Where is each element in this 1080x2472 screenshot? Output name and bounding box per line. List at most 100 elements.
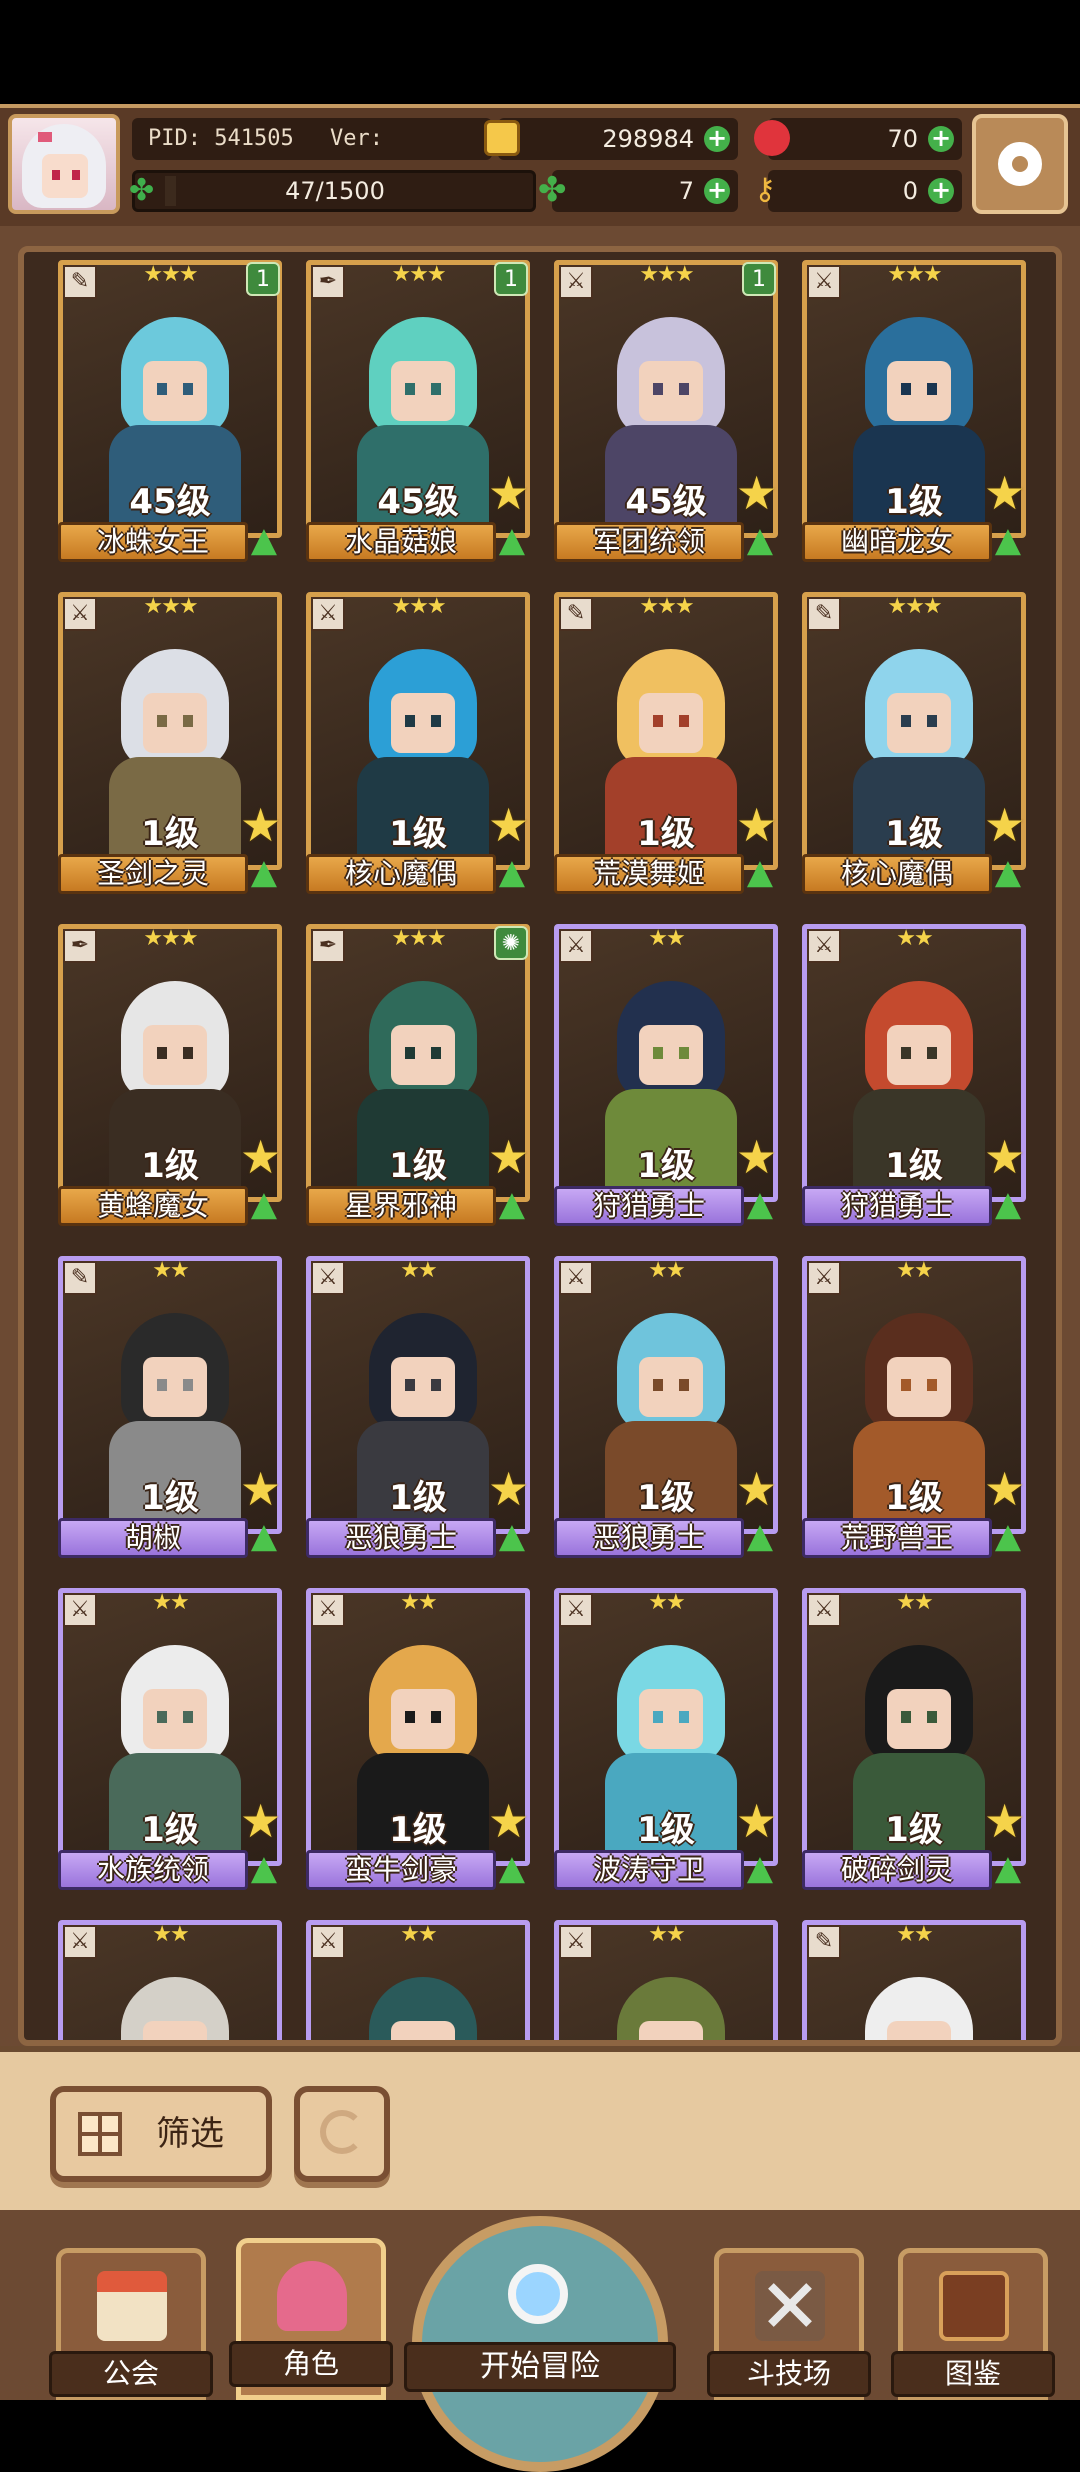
level-up-arrow-icon[interactable]: ▲: [740, 850, 780, 894]
character-card[interactable]: ✎ ★★★ 1 45级 冰蛛女王 ▲: [58, 260, 282, 566]
star-upgrade-icon[interactable]: ★: [488, 1466, 534, 1512]
character-card[interactable]: ⚔ ★★ 1级 恶狼勇士 ★ ▲: [306, 1256, 530, 1562]
settings-button[interactable]: [972, 114, 1068, 214]
level-up-arrow-icon[interactable]: ▲: [244, 1182, 284, 1226]
character-card[interactable]: ✎ ★★★ 1级 荒漠舞姬 ★ ▲: [554, 592, 778, 898]
level-up-arrow-icon[interactable]: ▲: [244, 850, 284, 894]
guild-house-icon: [97, 2271, 167, 2341]
character-card[interactable]: ✒ ★★★ 1级 黄蜂魔女 ★ ▲: [58, 924, 282, 1230]
character-card[interactable]: ⚔ ★★ 1级 狩猎勇士 ★ ▲: [554, 924, 778, 1230]
level-up-arrow-icon[interactable]: ▲: [740, 518, 780, 562]
character-name: 恶狼勇士: [344, 1521, 457, 1554]
rarity-stars: ★★: [648, 1922, 685, 1947]
nav-adventure-label: 开始冒险: [404, 2342, 676, 2392]
character-card[interactable]: ⚔ ★★★ 1 45级 军团统领 ★ ▲: [554, 260, 778, 566]
rarity-stars: ★★: [152, 1922, 189, 1947]
character-name: 军团统领: [592, 525, 705, 558]
level-up-arrow-icon[interactable]: ▲: [492, 1182, 532, 1226]
level-up-arrow-icon[interactable]: ▲: [244, 518, 284, 562]
character-card[interactable]: ⚔ ★★: [58, 1920, 282, 2040]
star-upgrade-icon[interactable]: ★: [984, 470, 1030, 516]
character-card[interactable]: ⚔ ★★ 1级 恶狼勇士 ★ ▲: [554, 1256, 778, 1562]
star-upgrade-icon[interactable]: ★: [736, 1798, 782, 1844]
character-name: 荒漠舞姬: [592, 857, 705, 890]
rarity-stars: ★★: [400, 1922, 437, 1947]
star-upgrade-icon[interactable]: ★: [736, 1466, 782, 1512]
add-gem-button[interactable]: +: [928, 126, 954, 152]
rarity-stars: ★★★: [143, 594, 198, 619]
star-upgrade-icon[interactable]: ★: [984, 1134, 1030, 1180]
level-up-arrow-icon[interactable]: ▲: [492, 1514, 532, 1558]
nav-start-adventure[interactable]: 开始冒险: [404, 2210, 676, 2472]
gold-counter: 298984 +: [484, 118, 738, 160]
nav-character[interactable]: 角色: [229, 2238, 393, 2400]
add-key-button[interactable]: +: [928, 178, 954, 204]
level-up-arrow-icon[interactable]: ▲: [988, 1514, 1028, 1558]
status-bar: [0, 0, 1080, 104]
character-card[interactable]: ⚔ ★★: [554, 1920, 778, 2040]
character-name: 幽暗龙女: [840, 525, 953, 558]
level-up-arrow-icon[interactable]: ▲: [988, 1182, 1028, 1226]
level-up-arrow-icon[interactable]: ▲: [988, 850, 1028, 894]
star-upgrade-icon[interactable]: ★: [488, 470, 534, 516]
character-card[interactable]: ⚔ ★★ 1级 波涛守卫 ★ ▲: [554, 1588, 778, 1894]
level-up-arrow-icon[interactable]: ▲: [244, 1514, 284, 1558]
character-name: 星界邪神: [344, 1189, 457, 1222]
character-card[interactable]: ⚔ ★★ 1级 破碎剑灵 ★ ▲: [802, 1588, 1026, 1894]
character-card[interactable]: ⚔ ★★★ 1级 核心魔偶 ★ ▲: [306, 592, 530, 898]
character-card[interactable]: ⚔ ★★ 1级 狩猎勇士 ★ ▲: [802, 924, 1026, 1230]
star-upgrade-icon[interactable]: ★: [240, 1134, 286, 1180]
level-up-arrow-icon[interactable]: ▲: [740, 1182, 780, 1226]
nav-guild[interactable]: 公会: [49, 2248, 213, 2400]
star-upgrade-icon[interactable]: ★: [984, 1798, 1030, 1844]
character-card[interactable]: ⚔ ★★: [306, 1920, 530, 2040]
character-name: 蛮牛剑豪: [344, 1853, 457, 1886]
level-up-arrow-icon[interactable]: ▲: [740, 1514, 780, 1558]
rarity-stars: ★★: [648, 926, 685, 951]
star-upgrade-icon[interactable]: ★: [488, 1134, 534, 1180]
grid-icon: [78, 2112, 122, 2156]
add-clover-button[interactable]: +: [704, 178, 730, 204]
star-upgrade-icon[interactable]: ★: [984, 802, 1030, 848]
star-upgrade-icon[interactable]: ★: [984, 1466, 1030, 1512]
star-upgrade-icon[interactable]: ★: [736, 1134, 782, 1180]
character-card[interactable]: ✒ ★★★ ✺ 1级 星界邪神 ★ ▲: [306, 924, 530, 1230]
star-upgrade-icon[interactable]: ★: [240, 802, 286, 848]
nav-arena[interactable]: 斗技场: [707, 2248, 871, 2400]
star-upgrade-icon[interactable]: ★: [488, 802, 534, 848]
star-upgrade-icon[interactable]: ★: [736, 470, 782, 516]
level-up-arrow-icon[interactable]: ▲: [988, 518, 1028, 562]
star-upgrade-icon[interactable]: ★: [736, 802, 782, 848]
refresh-button[interactable]: [294, 2086, 390, 2182]
character-card[interactable]: ✎ ★★★ 1级 核心魔偶 ★ ▲: [802, 592, 1026, 898]
character-card[interactable]: ⚔ ★★ 1级 水族统领 ★ ▲: [58, 1588, 282, 1894]
nav-codex[interactable]: 图鉴: [891, 2248, 1055, 2400]
level-up-arrow-icon[interactable]: ▲: [740, 1846, 780, 1890]
level-up-arrow-icon[interactable]: ▲: [492, 1846, 532, 1890]
filter-label: 筛选: [156, 2114, 224, 2154]
character-card[interactable]: ✒ ★★★ 1 45级 水晶菇娘 ★ ▲: [306, 260, 530, 566]
star-upgrade-icon[interactable]: ★: [488, 1798, 534, 1844]
character-card[interactable]: ✎ ★★: [802, 1920, 1026, 2040]
level-up-arrow-icon[interactable]: ▲: [988, 1846, 1028, 1890]
star-upgrade-icon[interactable]: ★: [240, 1798, 286, 1844]
card-badge: 1: [246, 262, 280, 296]
filter-button[interactable]: 筛选: [50, 2086, 272, 2182]
level-up-arrow-icon[interactable]: ▲: [492, 518, 532, 562]
character-card[interactable]: ⚔ ★★ 1级 蛮牛剑豪 ★ ▲: [306, 1588, 530, 1894]
card-badge: 1: [494, 262, 528, 296]
level-up-arrow-icon[interactable]: ▲: [492, 850, 532, 894]
star-upgrade-icon[interactable]: ★: [240, 1466, 286, 1512]
character-grid-panel[interactable]: ✎ ★★★ 1 45级 冰蛛女王 ▲ ✒ ★★★ 1 45级 水晶菇娘 ★ ▲ ⚔ ★★★ 1 45级 军团统领 ★…: [18, 246, 1062, 2046]
character-card[interactable]: ⚔ ★★★ 1级 幽暗龙女 ★ ▲: [802, 260, 1026, 566]
player-avatar[interactable]: [8, 114, 120, 214]
character-card[interactable]: ⚔ ★★★ 1级 圣剑之灵 ★ ▲: [58, 592, 282, 898]
rarity-stars: ★★★: [391, 594, 446, 619]
gold-coin-icon: [484, 120, 520, 156]
add-gold-button[interactable]: +: [704, 126, 730, 152]
player-id: PID: 541505: [148, 126, 294, 151]
level-up-arrow-icon[interactable]: ▲: [244, 1846, 284, 1890]
character-card[interactable]: ⚔ ★★ 1级 荒野兽王 ★ ▲: [802, 1256, 1026, 1562]
character-card[interactable]: ✎ ★★ 1级 胡椒 ★ ▲: [58, 1256, 282, 1562]
key-icon: ⚷: [754, 172, 776, 207]
